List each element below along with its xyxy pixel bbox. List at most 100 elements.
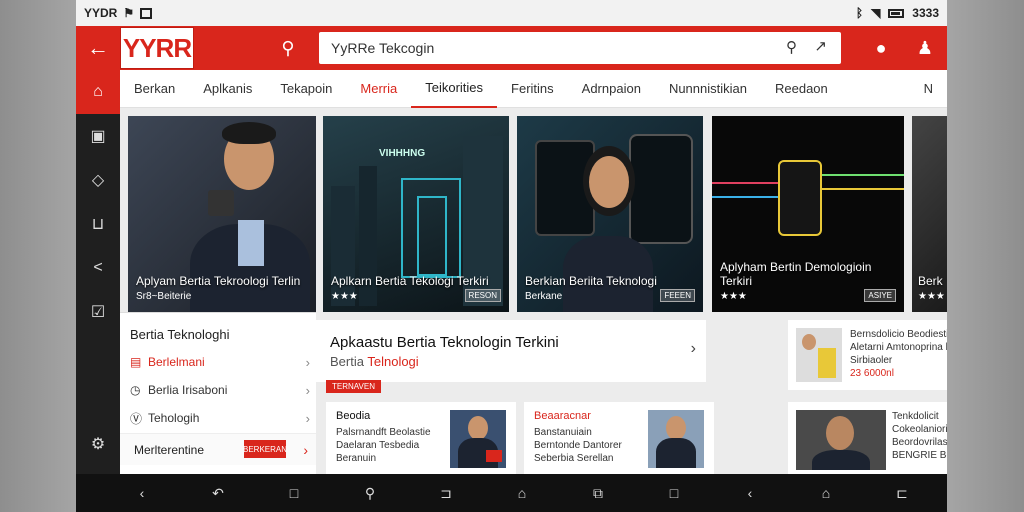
thumbnail-image: [796, 410, 886, 470]
status-bar: YYDR ⚑ ᛒ ◥ 3333: [76, 0, 947, 26]
screenshot-icon[interactable]: ⊏: [880, 474, 924, 512]
recents-icon[interactable]: ⧉: [576, 474, 620, 512]
panel-row[interactable]: ◷ Berlia Irisaboni ›: [130, 379, 310, 401]
square-icon[interactable]: □: [272, 474, 316, 512]
list-item-text: Banstanuiain Berntonde Dantorer Seberbia…: [534, 427, 622, 464]
clock-icon: ◷: [130, 383, 141, 397]
panel-row[interactable]: ▤ Berlelmani ›: [130, 351, 310, 373]
search-input[interactable]: [331, 40, 751, 56]
bluetooth-icon: ᛒ: [855, 6, 864, 20]
card-title: Berk: [918, 274, 943, 288]
card-tag: FEEEN: [660, 289, 695, 302]
card-tag: ASIYE: [864, 289, 896, 302]
folder-icon[interactable]: ⊐: [424, 474, 468, 512]
headline-subtitle: Bertia Telnologi: [330, 354, 419, 369]
tab-8[interactable]: Reedaon: [761, 70, 842, 108]
search-nav-icon[interactable]: ⚲: [348, 474, 392, 512]
list-item[interactable]: Bernsdolicio Beodiestiar Aletarni Amtono…: [788, 320, 947, 390]
list-item-price: 23 6000nl: [850, 368, 894, 379]
doc-icon: ▤: [130, 355, 142, 369]
panel-footer-label: Merlterentine: [134, 442, 205, 457]
clock-text: 3333: [912, 6, 939, 20]
tab-2[interactable]: Tekapoin: [266, 70, 346, 108]
notification-icon: ⚑: [123, 6, 135, 20]
circuit-line: [712, 196, 778, 198]
list-item[interactable]: Beodia Palsrnandft Beolastie Daelaran Te…: [326, 402, 516, 474]
search-submit-icon[interactable]: ⚲: [786, 38, 797, 56]
news-card[interactable]: Aplyam Bertia Tekroologi Terlin Sr8~Beite…: [128, 116, 316, 312]
panel-footer-button[interactable]: BERKERAN: [243, 440, 287, 458]
app-header: ← YYRR ⚲ ⚲ ↗ ● ♟: [76, 26, 947, 70]
app-logo[interactable]: YYRR: [120, 27, 194, 69]
chat-icon[interactable]: ●: [859, 26, 903, 70]
wifi-icon: ◥: [871, 6, 881, 20]
tab-9[interactable]: N: [910, 70, 947, 108]
back-arrow-icon[interactable]: ←: [76, 26, 120, 70]
panel-footer[interactable]: Merlterentine BERKERAN ›: [120, 433, 316, 465]
card-title: Aplkarn Bertia Tekologi Terkiri: [331, 274, 489, 288]
search-bar[interactable]: ⚲ ↗: [319, 32, 841, 64]
thumbnail-image: [648, 410, 704, 468]
panel-row[interactable]: Ⓥ Tehologih ›: [130, 407, 310, 429]
chevron-right-icon: ›: [303, 441, 308, 458]
tab-3[interactable]: Merria: [346, 70, 411, 108]
circuit-line: [712, 182, 778, 184]
circuit-line: [822, 174, 904, 176]
home-nav-icon[interactable]: ⌂: [500, 474, 544, 512]
headline-card[interactable]: Apkaastu Bertia Teknologin Terkini Berti…: [316, 320, 706, 382]
home-nav-icon[interactable]: ⌂: [804, 474, 848, 512]
share-rail-icon[interactable]: <: [76, 246, 120, 290]
list-item-text: Palsrnandft Beolastie Daelaran Tesbedia …: [336, 427, 431, 464]
card-tag: RESON: [464, 289, 501, 302]
search-icon[interactable]: ⚲: [268, 38, 308, 59]
thumbnail-image: [450, 410, 506, 468]
square-icon[interactable]: □: [652, 474, 696, 512]
rail-gap: [76, 474, 120, 512]
chevron-right-icon: ›: [690, 340, 696, 357]
side-rail: ⌂ ▣ ◇ ⊔ < ☑ ⚙ •••: [76, 70, 120, 496]
panel-title: Bertia Teknologhi: [130, 327, 230, 342]
share-icon[interactable]: ↗: [814, 37, 827, 55]
tab-1[interactable]: Aplkanis: [189, 70, 266, 108]
system-navbar: ‹ ↶ □ ⚲ ⊐ ⌂ ⧉ □ ‹ ⌂ ⊏: [76, 474, 947, 512]
category-badge: TERNAVEN: [326, 380, 381, 393]
checkbox-icon[interactable]: ☑: [76, 290, 120, 334]
panel-row-label: Tehologih: [148, 411, 200, 425]
news-card[interactable]: Berkian Beriita Teknologi Berkane FEEEN: [517, 116, 703, 312]
tab-6[interactable]: Adrnpaion: [568, 70, 655, 108]
tab-5[interactable]: Feritins: [497, 70, 568, 108]
nav-back-icon[interactable]: ‹: [728, 474, 772, 512]
nav-back-icon[interactable]: ‹: [120, 474, 164, 512]
battery-icon: [888, 8, 905, 18]
news-card[interactable]: VIHHHNG Aplkarn Bertia Tekologi Terkiri ★…: [323, 116, 509, 312]
calendar-icon[interactable]: ▣: [76, 114, 120, 158]
image-icon: [140, 7, 153, 19]
tab-7[interactable]: Nunnnistikian: [655, 70, 761, 108]
circuit-phone-image: [778, 160, 822, 236]
list-item[interactable]: Beaaracnar Banstanuiain Berntonde Dantor…: [524, 402, 714, 474]
tab-4[interactable]: Teikorities: [411, 70, 498, 108]
list-item-title: Beodia: [336, 410, 371, 422]
settings-gear-icon[interactable]: ⚙: [76, 422, 120, 466]
rail-spacer: [76, 334, 120, 422]
headline-sub-plain: Bertia: [330, 354, 364, 369]
topics-panel: Bertia Teknologhi ▤ Berlelmani › ◷ Berli…: [120, 312, 316, 474]
home-icon[interactable]: ⌂: [76, 70, 120, 114]
tag-icon[interactable]: ◇: [76, 158, 120, 202]
list-item-text: Bernsdolicio Beodiestiar Aletarni Amtono…: [850, 328, 947, 380]
card-title: Berkian Beriita Teknologi: [525, 274, 657, 288]
content-area: Aplyam Bertia Tekroologi Terlin Sr8~Beite…: [120, 108, 947, 474]
phone-image: [208, 190, 234, 216]
account-icon[interactable]: ♟: [903, 26, 947, 70]
undo-icon[interactable]: ↶: [196, 474, 240, 512]
chevron-right-icon: ›: [305, 410, 310, 426]
v-icon: Ⓥ: [130, 411, 143, 426]
news-card[interactable]: Aplyham Bertin Demologioin Terkiri ★★★ AS…: [712, 116, 904, 312]
panel-row-label: Berlelmani: [148, 355, 205, 369]
inbox-icon[interactable]: ⊔: [76, 202, 120, 246]
app-window: YYDR ⚑ ᛒ ◥ 3333 ← YYRR ⚲ ⚲ ↗ ● ♟ ⌂ ▣ ◇ ⊔…: [76, 0, 947, 512]
news-card-partial[interactable]: Berk ★★★: [912, 116, 947, 312]
list-item[interactable]: Tenkdolicit Cokeolaniorie Ula Beordovril…: [788, 402, 947, 474]
tab-0[interactable]: Berkan: [120, 70, 189, 108]
headline-title: Apkaastu Bertia Teknologin Terkini: [330, 334, 559, 351]
